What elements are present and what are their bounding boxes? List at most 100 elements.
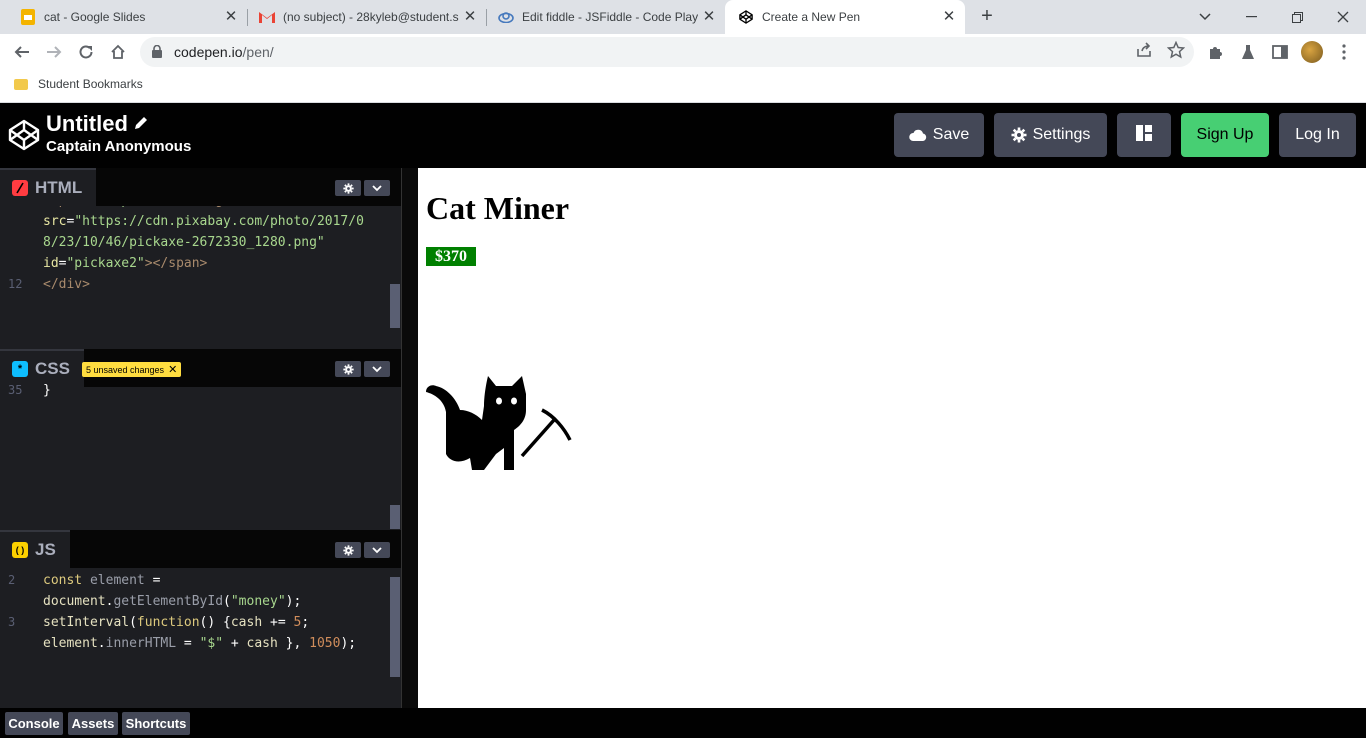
- save-label: Save: [932, 126, 970, 143]
- close-tab-icon[interactable]: ✕: [941, 9, 957, 25]
- address-bar[interactable]: codepen.io/pen/: [140, 37, 1194, 67]
- css-collapse-chevron-icon[interactable]: [364, 361, 390, 377]
- settings-button[interactable]: Settings: [994, 113, 1107, 157]
- layout-button[interactable]: [1117, 113, 1171, 157]
- extensions-puzzle-icon[interactable]: [1206, 42, 1226, 62]
- code-line[interactable]: id="pickaxe2"></span>: [43, 253, 207, 274]
- close-window-button[interactable]: [1320, 0, 1366, 34]
- html-settings-gear-icon[interactable]: [335, 180, 361, 196]
- profile-avatar[interactable]: [1301, 41, 1323, 63]
- console-button[interactable]: Console: [5, 712, 63, 735]
- reload-icon[interactable]: [74, 40, 98, 64]
- layout-icon: [1136, 124, 1152, 146]
- sign-up-label: Sign Up: [1196, 126, 1254, 143]
- html-label: HTML: [35, 178, 83, 197]
- code-line[interactable]: </div>: [43, 274, 90, 295]
- code-line[interactable]: 8/23/10/46/pickaxe-2672330_1280.png": [43, 232, 325, 253]
- save-button[interactable]: Save: [894, 113, 984, 157]
- code-line[interactable]: document.getElementById("money");: [43, 591, 301, 612]
- line-number: 2: [8, 573, 16, 587]
- code-line[interactable]: element.innerHTML = "$" + cash }, 1050);: [43, 633, 356, 654]
- sign-up-button[interactable]: Sign Up: [1181, 113, 1269, 157]
- assets-button[interactable]: Assets: [68, 712, 118, 735]
- bookmarks-bar: Student Bookmarks: [0, 70, 1366, 103]
- google-slides-icon: [20, 9, 36, 25]
- settings-label: Settings: [1032, 126, 1091, 143]
- labs-flask-icon[interactable]: [1238, 42, 1258, 62]
- share-icon[interactable]: [1135, 41, 1153, 59]
- css-editor-header: * CSS 5 unsaved changes ✕: [0, 349, 401, 387]
- bookmark-star-icon[interactable]: [1166, 40, 1186, 59]
- line-number: 35: [8, 384, 23, 397]
- editor-resizer[interactable]: [401, 168, 418, 708]
- new-tab-button[interactable]: +: [976, 5, 998, 27]
- codepen-header: Untitled Captain Anonymous Save Settings…: [0, 103, 1366, 168]
- tab-title: Edit fiddle - JSFiddle - Code Playg: [522, 10, 698, 24]
- tab-gmail[interactable]: (no subject) - 28kyleb@student.s ✕: [239, 0, 486, 34]
- money-counter: $370: [426, 247, 476, 266]
- js-label: JS: [35, 540, 56, 559]
- css-settings-gear-icon[interactable]: [335, 361, 361, 377]
- js-settings-gear-icon[interactable]: [335, 542, 361, 558]
- close-tab-icon[interactable]: ✕: [701, 9, 717, 25]
- html-editor-header: HTML: [0, 168, 401, 206]
- pickaxe-icon[interactable]: [520, 406, 572, 458]
- close-tab-icon[interactable]: ✕: [223, 9, 239, 25]
- gmail-icon: [259, 9, 275, 25]
- side-panel-icon[interactable]: [1270, 42, 1290, 62]
- editor-panes: HTML 11<span id="pickaxe"><imgsrc="https…: [0, 168, 401, 708]
- close-tab-icon[interactable]: ✕: [462, 9, 478, 25]
- html-scrollbar[interactable]: [390, 284, 400, 328]
- lock-icon[interactable]: [152, 44, 162, 63]
- code-line[interactable]: setInterval(function() {cash += 5;: [43, 612, 309, 633]
- close-icon[interactable]: ✕: [168, 363, 177, 376]
- preview-pane: Cat Miner $370: [418, 168, 1366, 708]
- code-line[interactable]: const element =: [43, 570, 160, 591]
- home-icon[interactable]: [106, 40, 130, 64]
- tab-jsfiddle[interactable]: Edit fiddle - JSFiddle - Code Playg ✕: [478, 0, 725, 34]
- code-line[interactable]: }: [43, 384, 51, 401]
- log-in-button[interactable]: Log In: [1279, 113, 1356, 157]
- code-line[interactable]: src="https://cdn.pixabay.com/photo/2017/…: [43, 211, 364, 232]
- codepen-icon: [738, 9, 754, 25]
- tab-search-icon[interactable]: [1182, 0, 1228, 34]
- menu-kebab-icon[interactable]: [1334, 42, 1354, 62]
- restore-button[interactable]: [1274, 0, 1320, 34]
- js-scrollbar[interactable]: [390, 577, 400, 677]
- js-code[interactable]: 1var cash = 0;2const element =document.g…: [0, 566, 389, 708]
- preview-title: Cat Miner: [426, 190, 570, 226]
- css-scrollbar[interactable]: [390, 505, 400, 529]
- back-arrow-icon[interactable]: [10, 40, 34, 64]
- html-code[interactable]: 11<span id="pickaxe"><imgsrc="https://cd…: [0, 206, 389, 348]
- tab-title: cat - Google Slides: [44, 10, 146, 24]
- js-editor-header: ( ) JS: [0, 530, 401, 568]
- folder-icon: [14, 78, 28, 90]
- minimize-button[interactable]: [1228, 0, 1274, 34]
- line-number: 11: [8, 206, 28, 211]
- unsaved-changes-badge[interactable]: 5 unsaved changes ✕: [82, 362, 182, 377]
- shortcuts-button[interactable]: Shortcuts: [122, 712, 190, 735]
- pencil-edit-icon[interactable]: [134, 116, 148, 133]
- line-number: 12: [8, 277, 23, 291]
- pen-title[interactable]: Untitled: [46, 111, 148, 137]
- tab-codepen[interactable]: Create a New Pen ✕: [725, 0, 965, 34]
- bookmark-folder-label: Student Bookmarks: [38, 77, 143, 91]
- tab-html[interactable]: HTML: [0, 168, 97, 206]
- pen-title-text: Untitled: [46, 111, 128, 136]
- html-slash-icon: [12, 180, 28, 196]
- cat-icon[interactable]: [426, 376, 526, 470]
- html-collapse-chevron-icon[interactable]: [364, 180, 390, 196]
- tab-google-slides[interactable]: cat - Google Slides ✕: [0, 0, 247, 34]
- css-asterisk-icon: *: [12, 361, 28, 377]
- unsaved-changes-text: 5 unsaved changes: [86, 364, 165, 375]
- log-in-label: Log In: [1295, 126, 1340, 143]
- forward-arrow-icon[interactable]: [42, 40, 66, 64]
- codepen-logo-icon[interactable]: [8, 119, 40, 151]
- js-collapse-chevron-icon[interactable]: [364, 542, 390, 558]
- browser-tab-strip: cat - Google Slides ✕ (no subject) - 28k…: [0, 0, 1366, 34]
- bookmark-folder[interactable]: Student Bookmarks: [14, 77, 143, 91]
- url-text: codepen.io/pen/: [174, 44, 274, 60]
- css-code[interactable]: 35}: [0, 384, 389, 528]
- tab-js[interactable]: ( ) JS: [0, 530, 70, 568]
- tab-css[interactable]: * CSS: [0, 349, 84, 387]
